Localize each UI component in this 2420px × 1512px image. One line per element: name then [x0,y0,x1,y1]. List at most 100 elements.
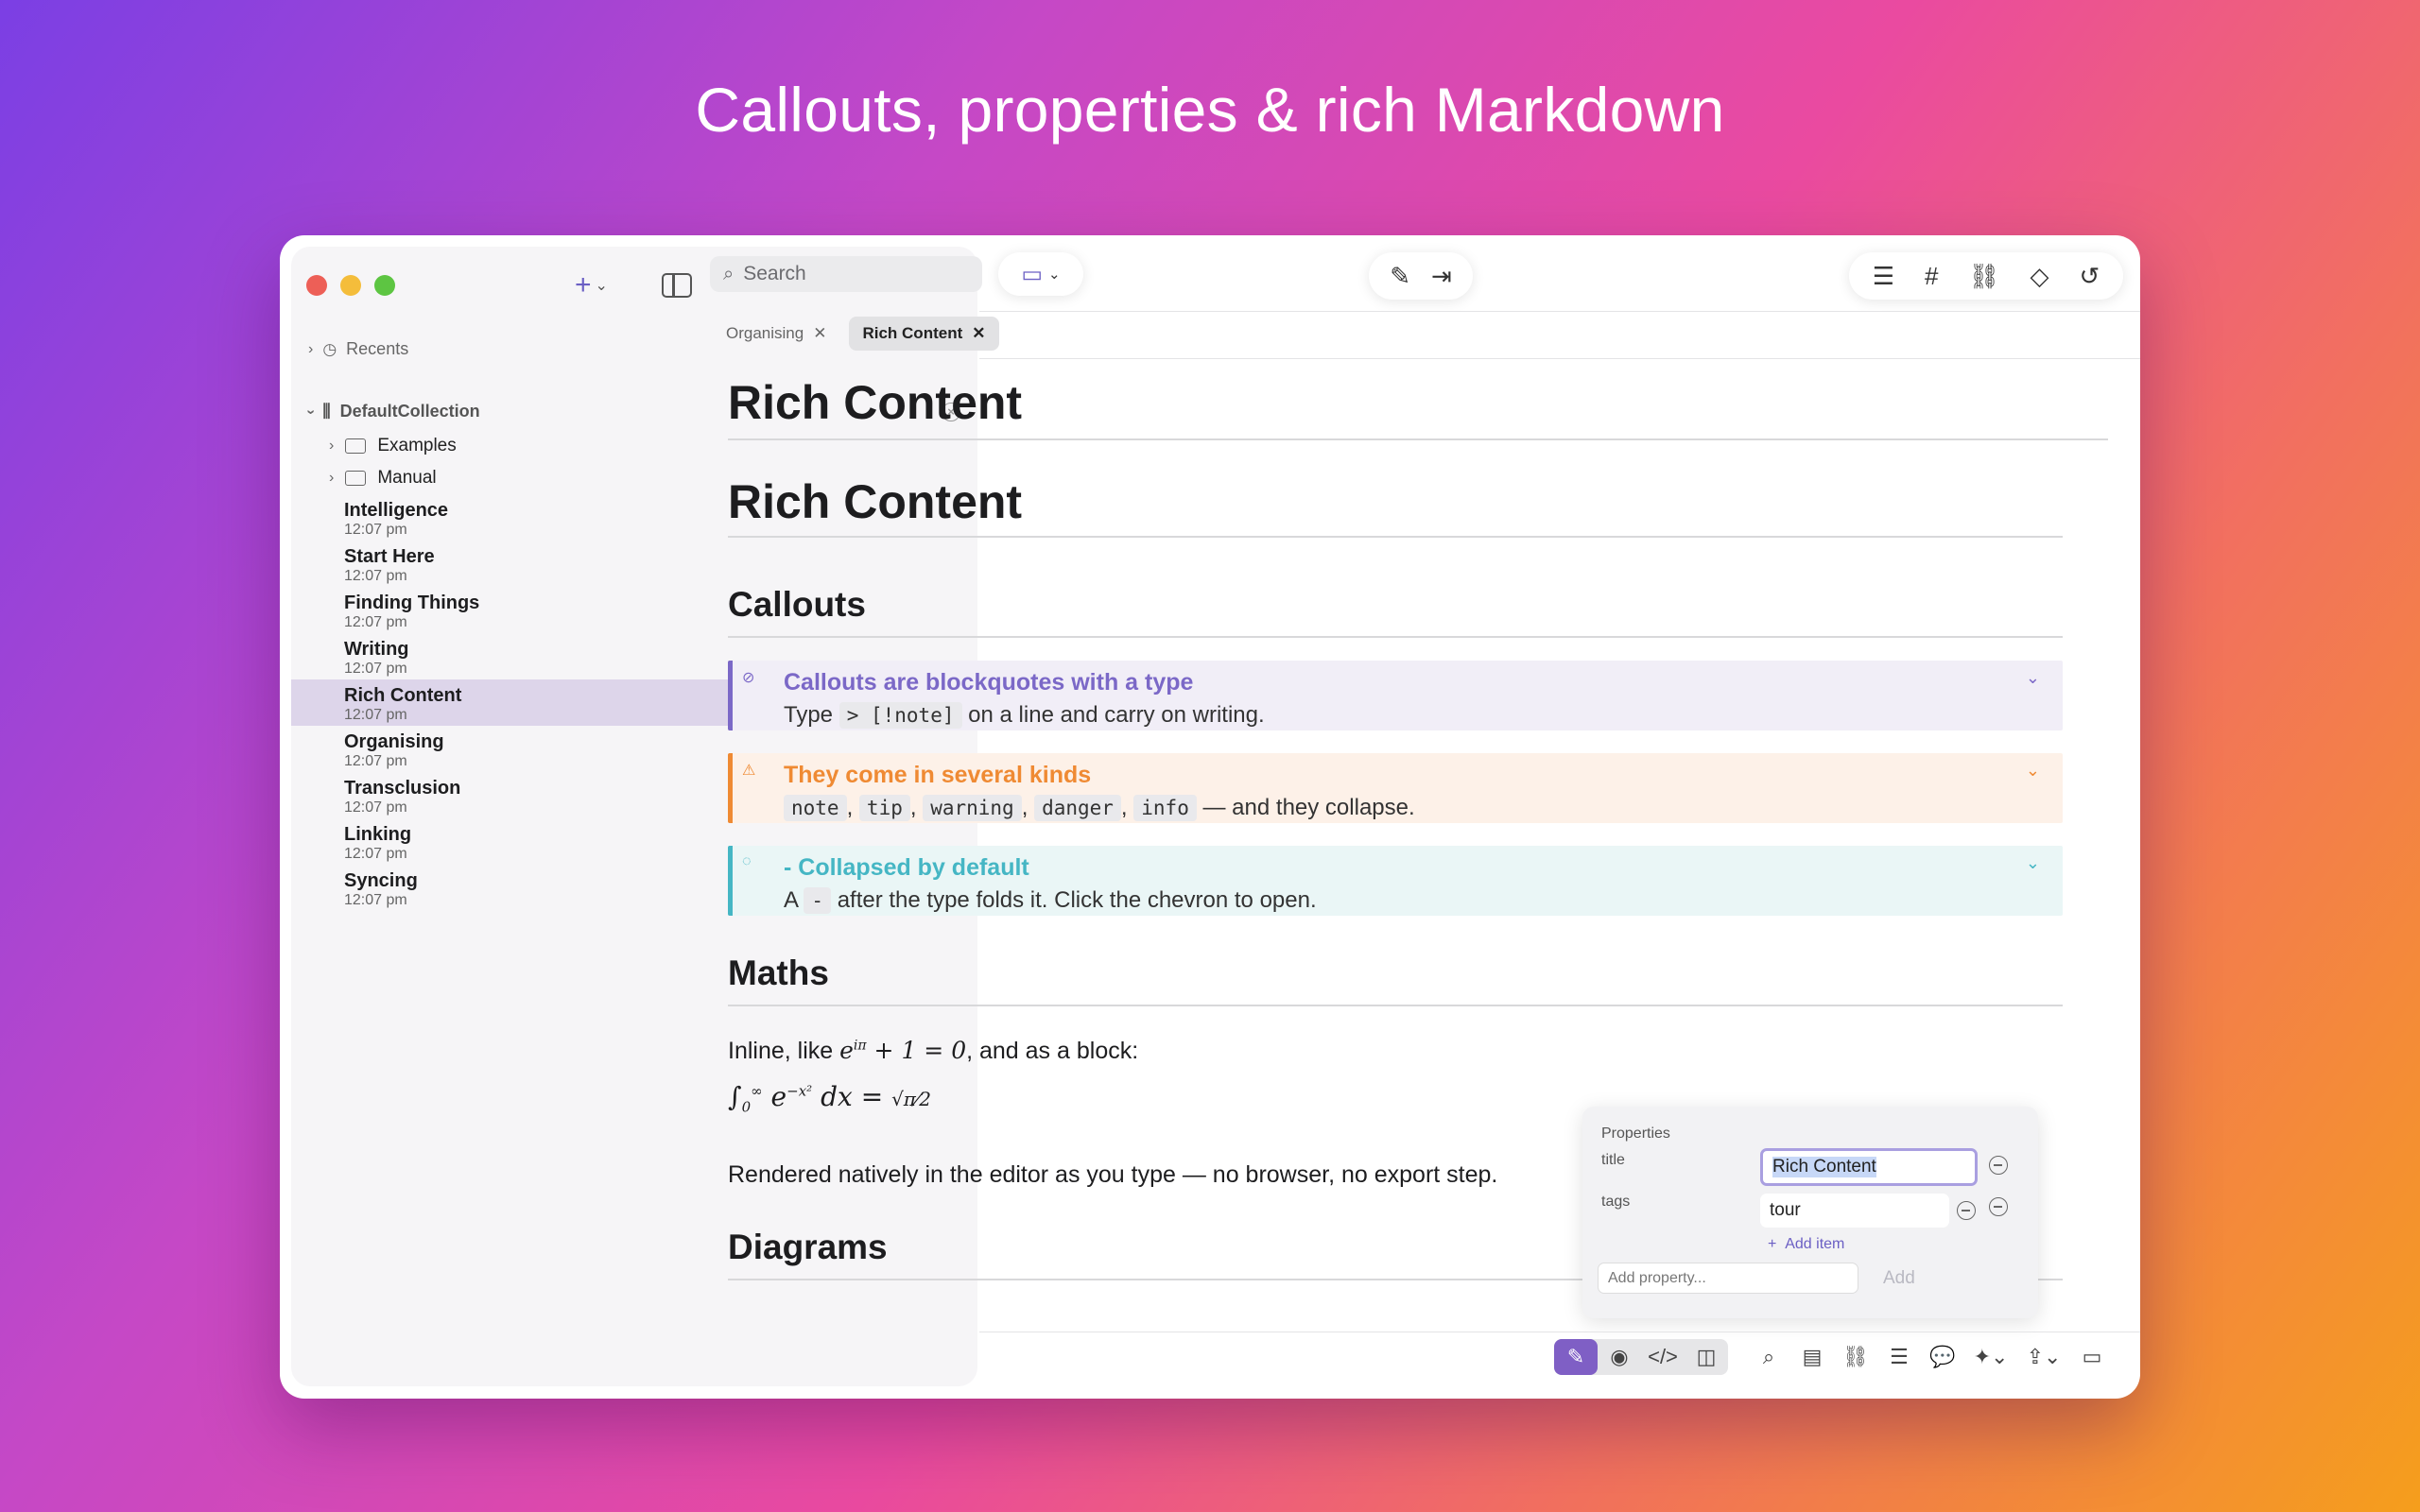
ai-sparkle-icon[interactable]: ✦⌄ [1964,1339,2017,1375]
remove-property-icon[interactable] [1989,1197,2008,1216]
link-icon[interactable]: ⛓ [1968,262,1999,291]
properties-heading: Properties [1601,1125,1670,1142]
tab-organising[interactable]: Organising ✕ [713,317,839,351]
title-property-input[interactable]: Rich Content [1760,1148,1978,1186]
sidebar-toggle-icon[interactable] [662,273,692,298]
open-external-icon[interactable]: ⇥ [1431,262,1452,291]
share-icon[interactable]: ⇪⌄ [2017,1339,2070,1375]
split-view-icon[interactable]: ◫ [1685,1339,1728,1375]
folder-manual[interactable]: › Manual [329,468,437,489]
folder-examples[interactable]: › Examples [329,436,457,456]
remove-tag-icon[interactable] [1957,1201,1976,1220]
tab-rich-content[interactable]: Rich Content ✕ [849,317,999,351]
heading-rule [728,1005,2063,1006]
chevron-down-icon[interactable]: ⌄ [2026,761,2040,781]
preview-mode-eye-icon[interactable]: ◉ [1598,1339,1641,1375]
find-icon[interactable]: ⌕ [1747,1339,1790,1375]
cast-icon[interactable]: ▭ [2070,1339,2114,1375]
close-window-button[interactable] [306,275,327,296]
close-tab-icon[interactable]: ✕ [813,324,826,343]
outline-icon[interactable]: ☰ [1873,262,1894,291]
add-item-button[interactable]: + Add item [1768,1236,1844,1253]
tab-label: Organising [726,324,804,342]
callout-text: Type [784,702,834,728]
heading-maths: Maths [728,954,829,992]
minimize-window-button[interactable] [340,275,361,296]
maths-inline-paragraph: Inline, like eiπ + 1 = 0, and as a block… [728,1037,1138,1065]
edit-actions-group: ✎ ⇥ [1369,252,1473,300]
traffic-lights [306,275,395,296]
close-tab-icon[interactable]: ✕ [972,324,985,343]
tab-label: Rich Content [862,324,963,342]
callout-text: A [784,887,798,913]
add-item-label: Add item [1785,1236,1845,1252]
chat-icon[interactable]: 💬 [1921,1339,1964,1375]
heading-1: Rich Content [728,475,1023,528]
chevron-down-icon[interactable]: ⌄ [2026,853,2040,873]
doc-item-start-here[interactable]: Start Here 12:07 pm [291,541,977,587]
tab-bar: Organising ✕ Rich Content ✕ [713,317,999,351]
recents-section[interactable]: › ◷ Recents [308,339,408,359]
heading-rule [728,536,2063,538]
template-folder-icon: ▭ [1021,261,1044,287]
chevron-right-icon: › [308,340,314,357]
headline: Callouts, properties & rich Markdown [695,75,1725,145]
live-edit-mode-icon[interactable]: ✎ [1554,1339,1598,1375]
add-property-button[interactable]: Add [1883,1268,1915,1289]
doc-time: 12:07 pm [344,614,407,630]
tag-icon[interactable]: ◇ [2031,262,2049,291]
doc-title: Linking [344,824,412,845]
history-icon[interactable]: ↺ [2080,262,2100,291]
chevron-right-icon: › [329,470,335,486]
folder-icon [345,438,367,454]
callout-title: They come in several kinds [784,762,1092,788]
callout-info: ◌ - Collapsed by default A - after the t… [728,846,2063,916]
title-rule [728,438,2108,440]
block-equation: ∫0∞ e−x² dx = √π⁄2 [728,1081,932,1116]
folder-label: Manual [377,468,437,488]
inline-code: warning [923,795,1022,821]
add-property-input[interactable]: Add property... [1598,1263,1858,1294]
property-label-tags: tags [1601,1194,1631,1210]
callout-body: note, tip, warning, danger, info — and t… [784,795,1415,821]
paragraph-text: Inline, like [728,1038,834,1064]
callout-text: — and they collapse. [1202,795,1415,820]
callout-body: Type > [!note] on a line and carry on wr… [784,702,1265,729]
doc-title: Organising [344,731,444,752]
new-from-template-button[interactable]: ▭ ⌄ [998,252,1083,296]
app-window: + ⌄ › ◷ Recents › ⫼ DefaultCollection × ›… [280,235,2140,1399]
chevron-down-icon: ⌄ [1048,266,1061,283]
properties-panel: Properties title Rich Content tags tour … [1582,1107,2038,1318]
title-value: Rich Content [1772,1157,1876,1177]
heading-callouts: Callouts [728,585,866,624]
hashtag-icon[interactable]: # [1925,262,1938,291]
bottom-toolbar: ✎ ◉ </> ◫ ⌕ ▤ ⛓ ☰ 💬 ✦⌄ ⇪⌄ ▭ [1554,1339,2114,1375]
callout-text: on a line and carry on writing. [968,702,1265,728]
note-title[interactable]: Rich Content [728,375,1022,430]
compose-icon[interactable]: ✎ [1390,262,1410,291]
inline-code: - [804,887,832,914]
callout-note: ⊘ Callouts are blockquotes with a type T… [728,661,2063,730]
source-mode-code-icon[interactable]: </> [1641,1339,1685,1375]
tag-value: tour [1770,1200,1801,1220]
new-note-button[interactable]: + ⌄ [575,269,608,301]
tag-item-input[interactable]: tour [1760,1194,1949,1228]
heading-rule [728,636,2063,638]
collection-name: DefaultCollection [339,402,480,421]
outline-icon[interactable]: ☰ [1877,1339,1921,1375]
link-icon[interactable]: ⛓ [1834,1339,1877,1375]
remove-property-icon[interactable] [1989,1156,2008,1175]
callout-body: A - after the type folds it. Click the c… [784,887,1317,914]
chevron-down-icon: ⌄ [595,278,608,294]
note-icon: ⊘ [742,670,755,686]
reader-icon[interactable]: ▤ [1790,1339,1834,1375]
inline-code: note [784,795,847,821]
doc-title: Start Here [344,546,435,567]
chevron-down-icon[interactable]: ⌄ [2026,668,2040,688]
toolbar-divider [979,311,2140,312]
view-mode-segmented: ✎ ◉ </> ◫ [1554,1339,1728,1375]
doc-item-finding-things[interactable]: Finding Things 12:07 pm [291,587,977,633]
zoom-window-button[interactable] [374,275,395,296]
plus-icon: + [575,269,592,301]
search-field[interactable]: ⌕ Search [710,256,982,292]
